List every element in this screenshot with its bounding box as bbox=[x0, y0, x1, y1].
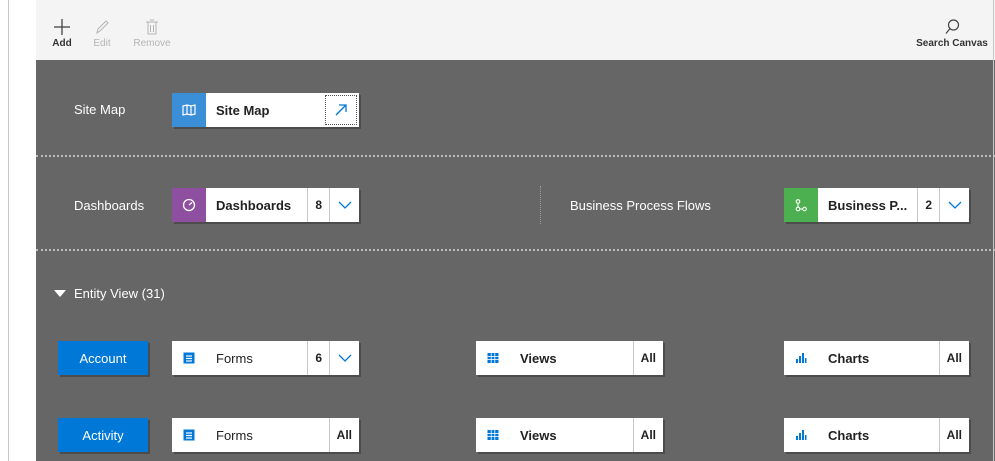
entity-view-title: Entity View (31) bbox=[74, 286, 165, 301]
right-border bbox=[993, 0, 994, 461]
charts-count: All bbox=[938, 418, 969, 452]
form-icon bbox=[172, 418, 206, 452]
charts-tile-title: Charts bbox=[828, 350, 870, 366]
map-icon bbox=[172, 93, 206, 127]
forms-dropdown[interactable] bbox=[329, 341, 359, 375]
forms-tile-title: Forms bbox=[216, 427, 253, 443]
forms-tile[interactable]: Forms 6 bbox=[172, 341, 359, 375]
designer-canvas: Site Map Site Map Dashboards Dashboards … bbox=[36, 60, 995, 461]
plus-icon bbox=[54, 19, 70, 35]
sitemap-tile[interactable]: Site Map bbox=[172, 93, 359, 127]
search-icon bbox=[945, 19, 960, 34]
views-count: All bbox=[632, 418, 663, 452]
views-tile-title: Views bbox=[520, 427, 557, 443]
remove-label: Remove bbox=[133, 38, 171, 49]
grid-icon bbox=[476, 418, 510, 452]
forms-count: 6 bbox=[307, 341, 329, 375]
form-icon bbox=[172, 341, 206, 375]
left-border bbox=[8, 0, 9, 461]
bar-chart-icon bbox=[784, 341, 818, 375]
bar-chart-icon bbox=[784, 418, 818, 452]
views-tile[interactable]: Views All bbox=[476, 418, 663, 452]
trash-icon bbox=[146, 19, 158, 35]
section-divider bbox=[36, 155, 995, 157]
command-bar: Add Edit Remove Search Canvas bbox=[36, 0, 995, 60]
bpf-dropdown[interactable] bbox=[939, 188, 969, 222]
bpf-tile-title: Business P... bbox=[828, 197, 908, 213]
flow-icon bbox=[784, 188, 818, 222]
entity-button-activity[interactable]: Activity bbox=[58, 418, 148, 452]
section-divider bbox=[36, 249, 995, 251]
arrow-up-right-icon bbox=[335, 104, 347, 116]
chevron-down-icon bbox=[338, 354, 351, 362]
entity-button-account[interactable]: Account bbox=[58, 341, 148, 375]
charts-count: All bbox=[938, 341, 969, 375]
forms-tile[interactable]: Forms All bbox=[172, 418, 359, 452]
dashboards-tile[interactable]: Dashboards 8 bbox=[172, 188, 359, 222]
entity-view-header[interactable]: Entity View (31) bbox=[54, 286, 165, 301]
edit-button[interactable]: Edit bbox=[82, 18, 122, 49]
dashboards-count: 8 bbox=[307, 188, 329, 222]
sitemap-tile-title: Site Map bbox=[216, 102, 270, 118]
gauge-icon bbox=[172, 188, 206, 222]
views-count: All bbox=[632, 341, 663, 375]
chevron-down-icon bbox=[338, 201, 351, 209]
charts-tile-title: Charts bbox=[828, 427, 870, 443]
dashboards-tile-title: Dashboards bbox=[216, 197, 292, 213]
triangle-down-icon bbox=[54, 289, 66, 297]
open-sitemap-button[interactable] bbox=[325, 95, 357, 125]
pencil-icon bbox=[96, 20, 109, 35]
add-label: Add bbox=[52, 38, 72, 49]
charts-tile[interactable]: Charts All bbox=[784, 418, 969, 452]
forms-count: All bbox=[328, 418, 359, 452]
bpf-row-label: Business Process Flows bbox=[570, 198, 711, 213]
forms-tile-title: Forms bbox=[216, 350, 253, 366]
bpf-count: 2 bbox=[917, 188, 939, 222]
remove-button[interactable]: Remove bbox=[132, 18, 172, 49]
grid-icon bbox=[476, 341, 510, 375]
dashboards-dropdown[interactable] bbox=[329, 188, 359, 222]
search-canvas-button[interactable]: Search Canvas bbox=[914, 18, 990, 49]
dashboards-row-label: Dashboards bbox=[74, 198, 145, 213]
views-tile-title: Views bbox=[520, 350, 557, 366]
edit-label: Edit bbox=[93, 38, 111, 49]
bpf-tile[interactable]: Business P... 2 bbox=[784, 188, 969, 222]
search-canvas-label: Search Canvas bbox=[916, 38, 988, 49]
views-tile[interactable]: Views All bbox=[476, 341, 663, 375]
sitemap-row-label: Site Map bbox=[74, 102, 126, 117]
column-divider bbox=[540, 186, 541, 224]
add-button[interactable]: Add bbox=[42, 18, 82, 49]
charts-tile[interactable]: Charts All bbox=[784, 341, 969, 375]
app-frame: Add Edit Remove Search Canvas Site Map S… bbox=[0, 0, 995, 461]
chevron-down-icon bbox=[948, 201, 961, 209]
